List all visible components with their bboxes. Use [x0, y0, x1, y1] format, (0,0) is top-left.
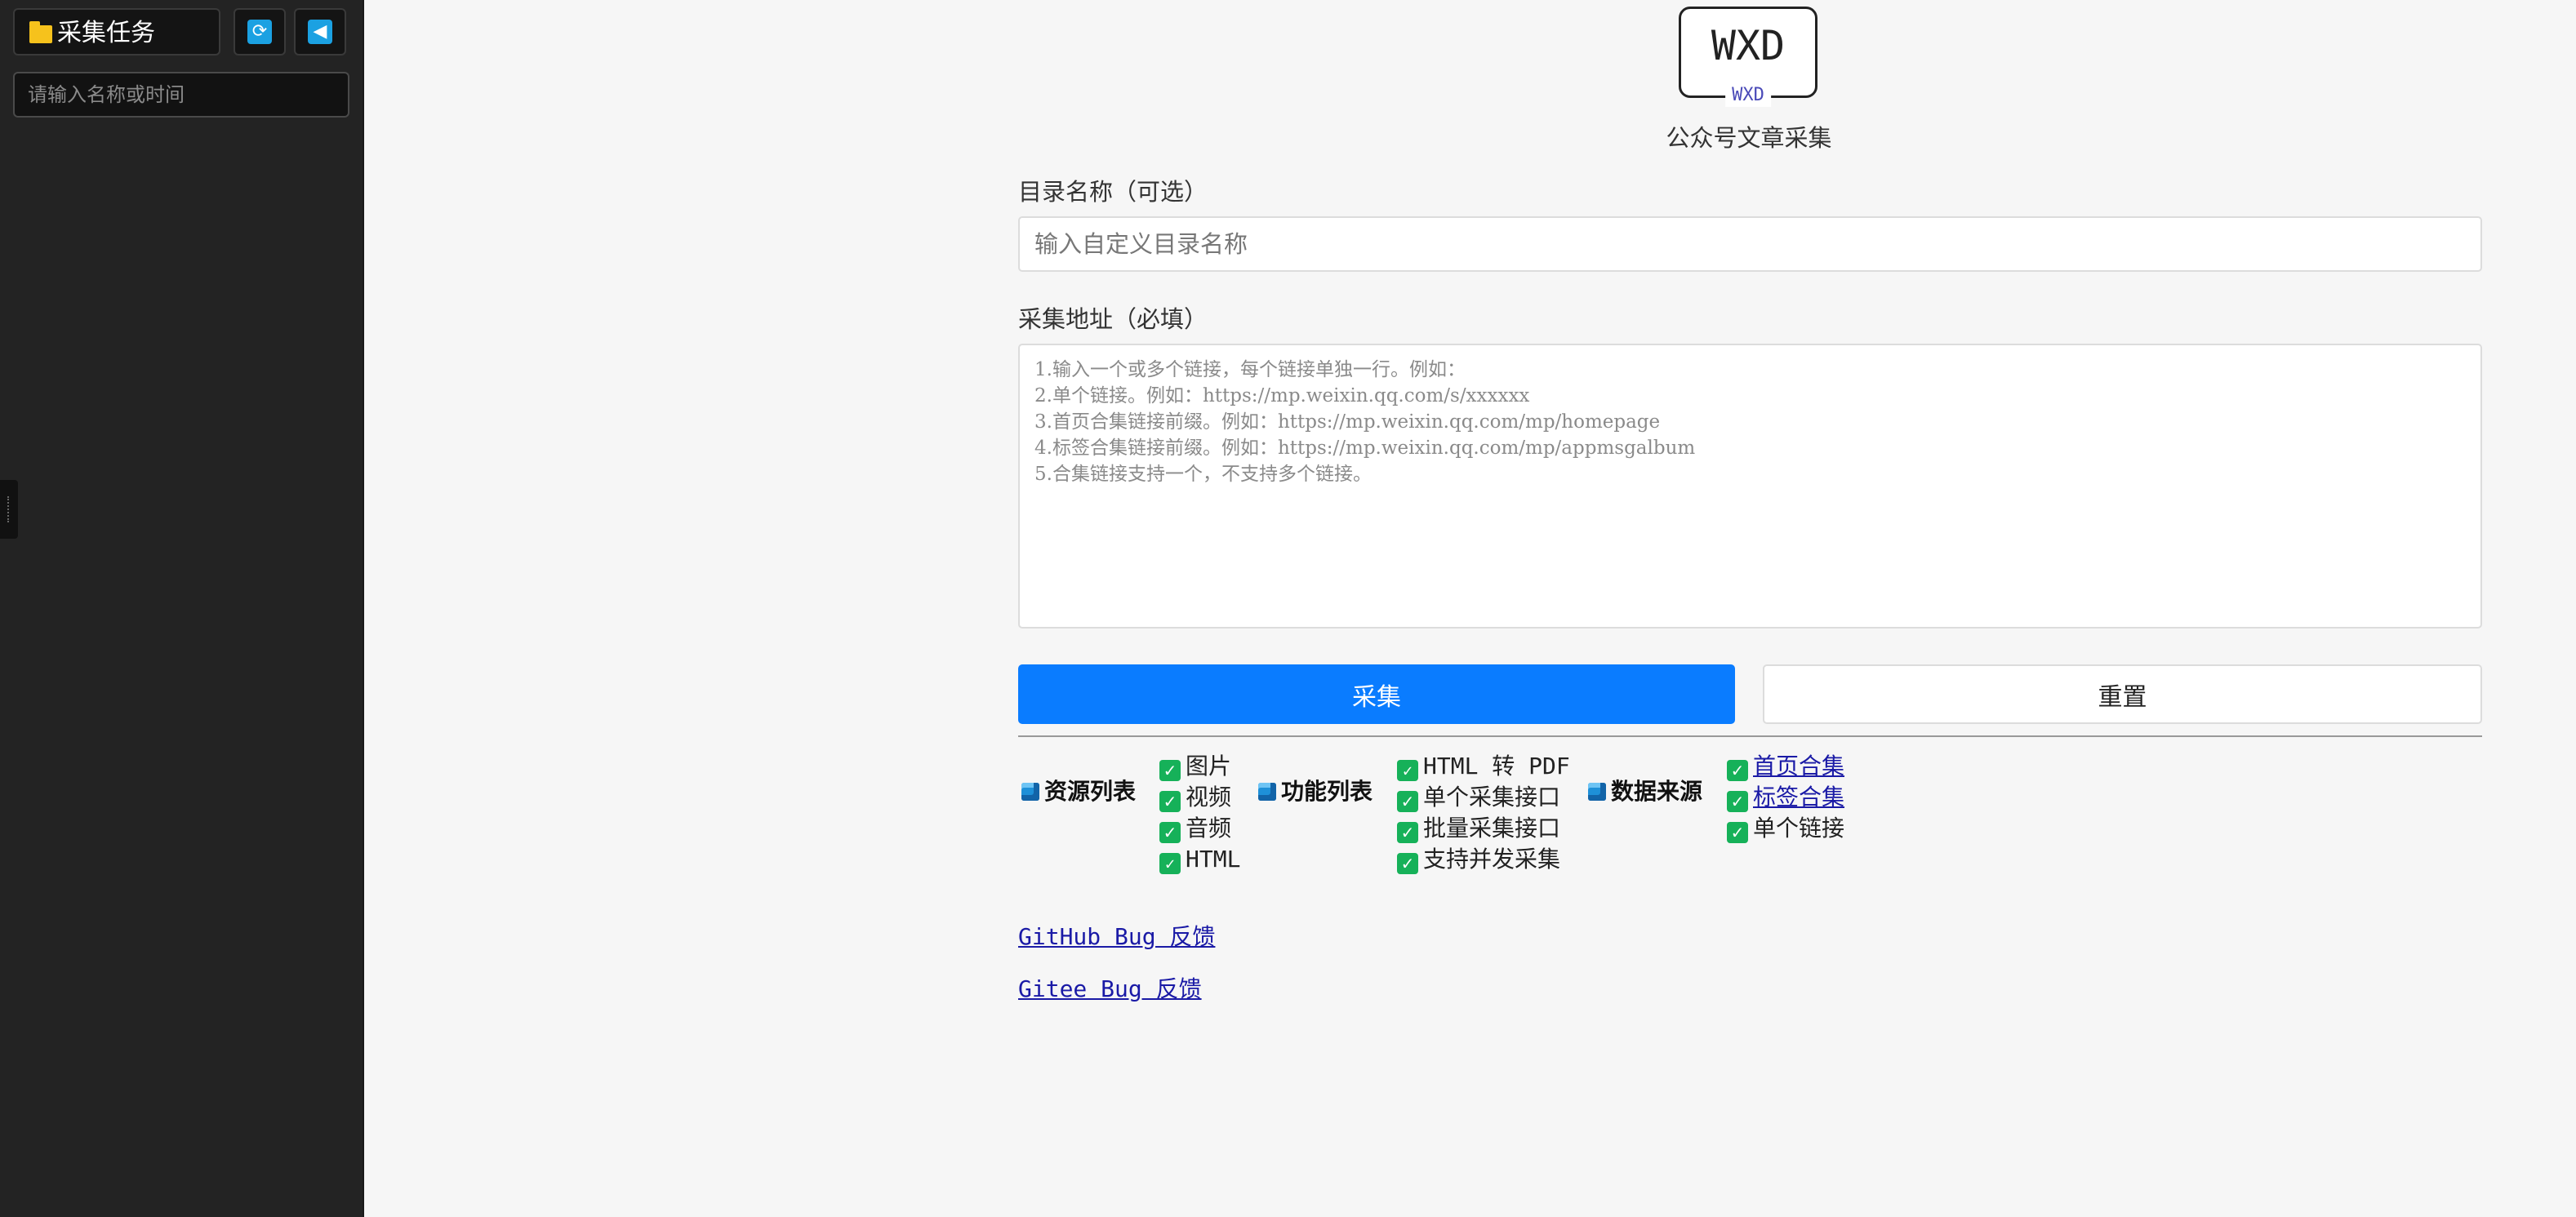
collect-button[interactable]: 采集	[1018, 664, 1735, 724]
resource-list-label: 资源列表	[1044, 778, 1137, 805]
github-bug-feedback-link[interactable]: GitHub Bug 反馈	[1018, 919, 1215, 952]
data-source-list: ✓ 首页合集 ✓ 标签合集 ✓ 单个链接	[1727, 751, 1844, 844]
tag-collection-link[interactable]: 标签合集	[1753, 784, 1844, 811]
checkbox-checked-icon: ✓	[1159, 760, 1181, 781]
function-list-title: 功能列表	[1258, 774, 1373, 806]
list-item: ✓ 视频	[1159, 782, 1240, 813]
resource-list: ✓ 图片 ✓ 视频 ✓ 音频 ✓ HTML	[1159, 751, 1240, 875]
list-item: ✓ 单个采集接口	[1397, 782, 1570, 813]
url-textarea[interactable]	[1018, 344, 2482, 628]
page-title: 公众号文章采集	[1666, 124, 1832, 152]
cube-icon	[1258, 783, 1276, 801]
refresh-icon: ⟳	[247, 20, 272, 44]
list-item: ✓ 首页合集	[1727, 751, 1844, 782]
list-item: ✓ 批量采集接口	[1397, 813, 1570, 844]
gitee-bug-feedback-link[interactable]: Gitee Bug 反馈	[1018, 971, 1202, 1004]
collapse-left-icon: ◀	[308, 20, 332, 44]
dir-name-input[interactable]	[1018, 216, 2482, 272]
checkbox-checked-icon: ✓	[1727, 822, 1748, 843]
refresh-button[interactable]: ⟳	[234, 8, 286, 56]
checkbox-checked-icon: ✓	[1397, 760, 1418, 781]
logo-sub-text: WXD	[1725, 84, 1771, 107]
homepage-collection-link[interactable]: 首页合集	[1753, 753, 1844, 780]
app-logo: WXD WXD	[1679, 7, 1817, 107]
checkbox-checked-icon: ✓	[1397, 853, 1418, 874]
logo-main-text: WXD	[1711, 22, 1786, 69]
dir-name-label: 目录名称（可选）	[1018, 178, 1208, 206]
function-list-label: 功能列表	[1281, 778, 1373, 805]
list-item: ✓ HTML 转 PDF	[1397, 751, 1570, 782]
task-list-title[interactable]: 采集任务	[13, 8, 220, 56]
checkbox-checked-icon: ✓	[1159, 853, 1181, 874]
task-list-label: 采集任务	[57, 19, 155, 47]
list-item: ✓ 图片	[1159, 751, 1240, 782]
checkbox-checked-icon: ✓	[1727, 760, 1748, 781]
cube-icon	[1588, 783, 1606, 801]
checkbox-checked-icon: ✓	[1397, 791, 1418, 812]
collapse-sidebar-button[interactable]: ◀	[294, 8, 346, 56]
resource-list-title: 资源列表	[1021, 774, 1136, 806]
checkbox-checked-icon: ✓	[1159, 822, 1181, 843]
sidebar-resize-handle[interactable]	[0, 480, 18, 539]
url-label: 采集地址（必填）	[1018, 305, 1208, 333]
reset-button[interactable]: 重置	[1763, 664, 2482, 724]
data-source-label: 数据来源	[1611, 778, 1703, 805]
task-search-input[interactable]	[13, 72, 349, 118]
data-source-title: 数据来源	[1588, 774, 1702, 806]
checkbox-checked-icon: ✓	[1397, 822, 1418, 843]
cube-icon	[1021, 783, 1039, 801]
checkbox-checked-icon: ✓	[1159, 791, 1181, 812]
grip-icon	[7, 496, 12, 522]
divider	[1018, 735, 2482, 737]
list-item: ✓ 单个链接	[1727, 813, 1844, 844]
checkbox-checked-icon: ✓	[1727, 791, 1748, 812]
list-item: ✓ 标签合集	[1727, 782, 1844, 813]
sidebar: 采集任务 ⟳ ◀	[0, 0, 364, 1217]
list-item: ✓ 音频	[1159, 813, 1240, 844]
list-item: ✓ 支持并发采集	[1397, 844, 1570, 875]
function-list: ✓ HTML 转 PDF ✓ 单个采集接口 ✓ 批量采集接口 ✓ 支持并发采集	[1397, 751, 1570, 875]
folder-icon	[29, 21, 52, 43]
list-item: ✓ HTML	[1159, 844, 1240, 875]
